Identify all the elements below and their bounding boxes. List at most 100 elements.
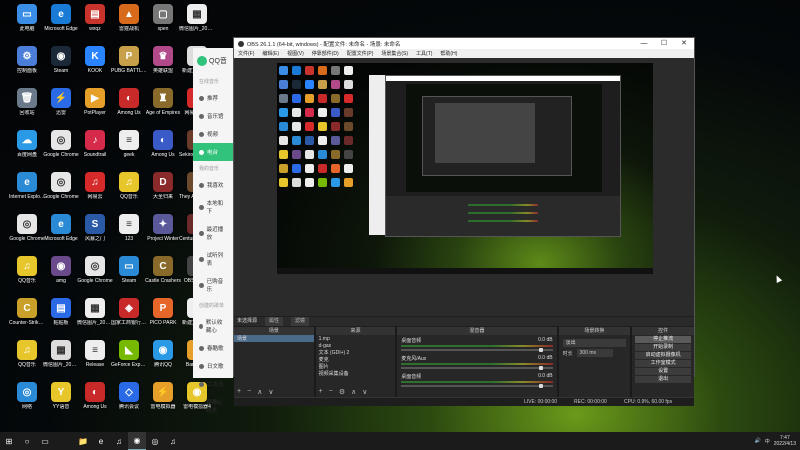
move-up-button[interactable]: ∧ [351, 388, 356, 396]
desktop-icon[interactable]: C Counter-Strike Global Off... [9, 298, 45, 340]
desktop-icon[interactable]: S 风暴之门 [78, 214, 112, 256]
task-view-button[interactable]: ▭ [36, 432, 54, 450]
desktop-icon[interactable]: ◎ Google Chrome [43, 172, 79, 214]
desktop-icon[interactable]: ▦ 微信图片_202203... [179, 4, 215, 46]
desktop-icon[interactable]: ♫ QQ音乐 [10, 256, 44, 298]
control-button[interactable]: 停止推流 [635, 336, 691, 343]
source-item[interactable]: 文本 (GDI+) 2 [316, 349, 396, 356]
preview-canvas[interactable] [277, 63, 653, 274]
online-music-item[interactable]: 视频 [193, 125, 233, 143]
desktop-icon[interactable]: ◉ amg [44, 256, 78, 298]
playlist-item[interactable]: 春酷歌 [193, 339, 233, 357]
desktop-icon[interactable]: ◉ Steam [44, 46, 78, 88]
desktop-icon[interactable]: ▭ 此电脑 [10, 4, 44, 46]
control-button[interactable]: 设置 [635, 368, 691, 375]
source-item[interactable]: 视频采集设备 [316, 370, 396, 377]
obs-titlebar[interactable]: OBS 26.1.1 (64-bit, windows) - 配置文件: 未命名… [234, 38, 694, 49]
sources-dock[interactable]: 来源 1.mp d-gas 文本 (GDI+) 2 麦克 图片 视频采集设备 + − ⚙ … [315, 327, 396, 397]
duration-input[interactable]: 300 ms [576, 349, 613, 357]
control-button[interactable]: 开始录制 [635, 344, 691, 351]
playlist-item[interactable]: 二次元 [193, 375, 233, 393]
remove-source-button[interactable]: − [329, 388, 333, 396]
minimize-button[interactable]: — [634, 38, 654, 49]
taskbar-app-icon[interactable]: ◉ [128, 432, 146, 450]
desktop-icon[interactable]: e Microsoft Edge [44, 214, 78, 256]
start-button[interactable]: ⊞ [0, 432, 18, 450]
scene-item[interactable]: 场景 [234, 335, 314, 342]
desktop-icon[interactable]: ♜ Age of Empires [146, 88, 180, 130]
taskbar-app-icon[interactable]: e [92, 432, 110, 450]
my-music-item[interactable]: 最近播放 [193, 220, 233, 246]
volume-slider[interactable] [401, 366, 553, 370]
desktop-icon[interactable]: ▭ Steam [112, 256, 146, 298]
volume-icon[interactable]: 🔊 [755, 438, 761, 444]
transitions-dock[interactable]: 场景转换 淡出 时长 300 ms [558, 327, 631, 397]
desktop-icon[interactable]: ▦ 微信图片_20181... [43, 340, 79, 382]
desktop-icon[interactable]: ✦ Project Winter [146, 214, 180, 256]
desktop-icon[interactable]: ◎ Google Chrome [43, 130, 79, 172]
clock[interactable]: 7:47 2022/4/13 [774, 435, 796, 447]
desktop-icon[interactable]: ♫ 网易云 [78, 172, 112, 214]
filters-button[interactable]: 滤镜 [291, 317, 310, 326]
source-item[interactable]: d-gas [316, 342, 396, 349]
properties-button[interactable]: 属性 [265, 317, 284, 326]
desktop-icon[interactable]: ▤ 粘贴板 [44, 298, 78, 340]
menu-item[interactable]: 配置文件(P) [347, 50, 374, 57]
close-button[interactable]: ✕ [674, 38, 694, 49]
desktop-icon[interactable]: ▢ spen [146, 4, 180, 46]
qq-music-window[interactable]: QQ音 在线音乐 推荐 音乐馆 视频 电台 我的音乐 我喜欢 本地和下 最近播放 试听列表已… [193, 48, 233, 414]
menu-item[interactable]: 场景集合(S) [381, 50, 408, 57]
move-up-button[interactable]: ∧ [257, 388, 262, 396]
volume-slider[interactable] [401, 348, 553, 352]
taskbar-app-icon[interactable]: ◎ [146, 432, 164, 450]
desktop-icon[interactable]: ≡ geek [112, 130, 146, 172]
taskbar-app-icon[interactable]: ♫ [110, 432, 128, 450]
volume-slider[interactable] [401, 384, 553, 388]
desktop-icon[interactable]: ♛ 英雄联盟 [146, 46, 180, 88]
add-source-button[interactable]: + [319, 388, 323, 396]
transition-select[interactable]: 淡出 [562, 339, 627, 347]
scenes-dock[interactable]: 场景 场景 + − ∧ ∨ [234, 327, 314, 397]
desktop-icon[interactable]: ☁ 百度网盘 [10, 130, 44, 172]
desktop-icon[interactable]: ♪ Soundtrail [78, 130, 112, 172]
desktop-icon[interactable]: ◉ 腾讯QQ [146, 340, 180, 382]
audio-mixer-dock[interactable]: 混音器 桌面音频 0.0 dB 麦克风/Aux 0.0 dB 桌面音频 0.0 dB [397, 327, 557, 397]
desktop-icon[interactable]: ⚙ 控制面板 [10, 46, 44, 88]
menu-item[interactable]: 帮助(H) [440, 50, 457, 57]
mixer-channel[interactable]: 麦克风/Aux 0.0 dB [397, 353, 556, 371]
desktop-icon[interactable]: ◎ Google Chrome [9, 214, 45, 256]
source-item[interactable]: 麦克 [316, 356, 396, 363]
desktop-icon[interactable]: ▶ PotPlayer [78, 88, 112, 130]
source-item[interactable]: 图片 [316, 363, 396, 370]
control-button[interactable]: 启动虚拟摄像机 [635, 352, 691, 359]
playlist-item[interactable]: 景德心的光 [193, 393, 233, 419]
desktop-icon[interactable]: ◣ GeForce Experience [111, 340, 147, 382]
desktop-icon[interactable]: ◐ Among Us [78, 382, 112, 424]
menu-item[interactable]: 视图(V) [287, 50, 304, 57]
maximize-button[interactable]: ☐ [654, 38, 674, 49]
move-down-button[interactable]: ∨ [362, 388, 367, 396]
desktop-icon[interactable]: ◇ 腾讯会议 [112, 382, 146, 424]
online-music-item[interactable]: 音乐馆 [193, 107, 233, 125]
control-button[interactable]: 退出 [635, 376, 691, 383]
obs-window[interactable]: OBS 26.1.1 (64-bit, windows) - 配置文件: 未命名… [233, 37, 695, 406]
desktop-icon[interactable]: e Microsoft Edge [44, 4, 78, 46]
desktop-icon[interactable]: K KOOK [78, 46, 112, 88]
my-music-item[interactable]: 本地和下 [193, 194, 233, 220]
mixer-channel[interactable]: 桌面音频 0.0 dB [397, 371, 556, 389]
desktop-icon[interactable]: ◐ Among Us [146, 130, 180, 172]
obs-preview-area[interactable] [234, 58, 694, 316]
my-music-item[interactable]: 我喜欢 [193, 176, 233, 194]
menu-item[interactable]: 文件(F) [238, 50, 254, 57]
desktop-icon[interactable]: ◎ 网络 [10, 382, 44, 424]
desktop-icon[interactable]: ≡ Release [78, 340, 112, 382]
desktop-icon[interactable]: ◐ Among Us [112, 88, 146, 130]
menu-item[interactable]: 编辑(E) [262, 50, 279, 57]
desktop-icon[interactable]: D 大圣归来 [146, 172, 180, 214]
input-language[interactable]: 中 [765, 438, 770, 445]
my-music-item[interactable]: 已购音乐 [193, 272, 233, 298]
taskbar-app-icon[interactable]: ♫ [164, 432, 182, 450]
playlist-item[interactable]: 默认收藏心 [193, 313, 233, 339]
source-settings-icon[interactable]: ⚙ [339, 388, 345, 396]
mixer-channel[interactable]: 桌面音频 0.0 dB [397, 335, 556, 353]
